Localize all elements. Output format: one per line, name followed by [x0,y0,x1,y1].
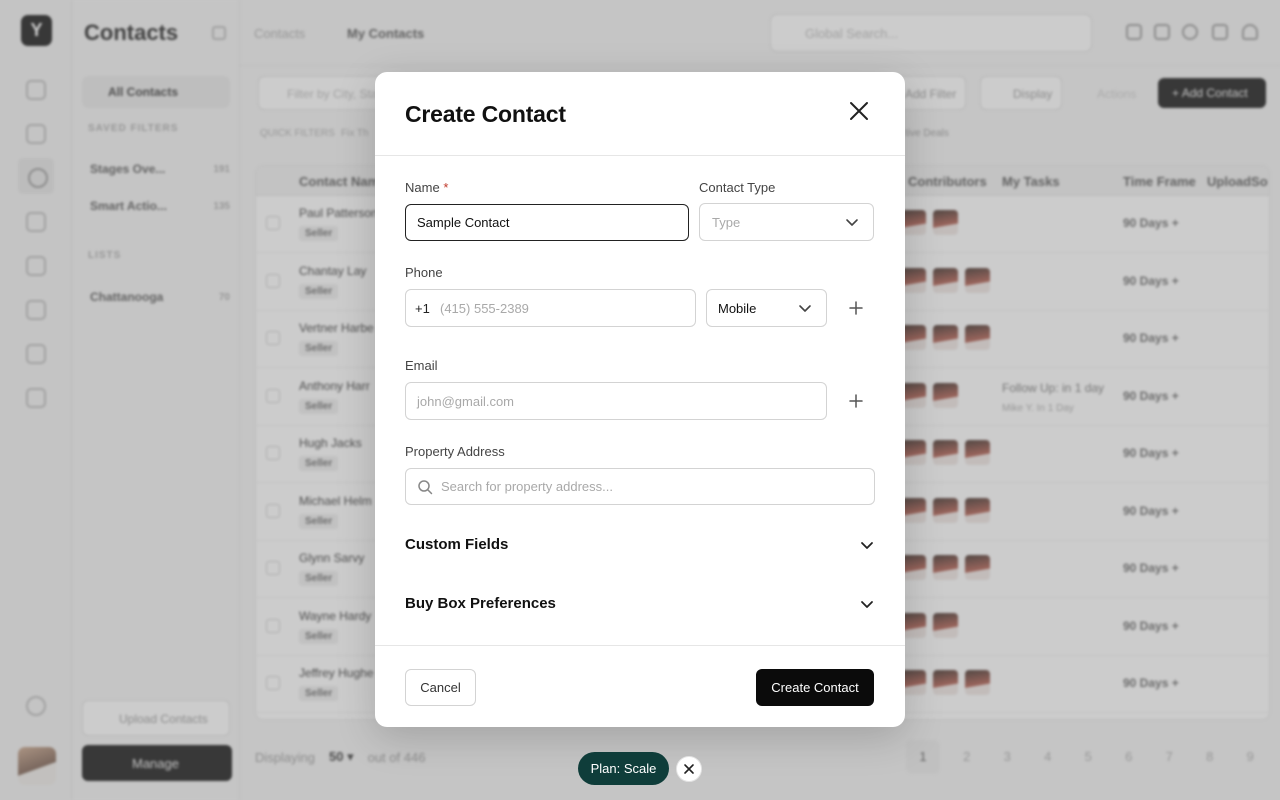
name-label-text: Name [405,180,440,195]
close-icon[interactable] [847,99,871,123]
custom-fields-section-toggle[interactable]: Custom Fields [405,530,875,560]
name-field[interactable]: Sample Contact [405,204,689,241]
email-placeholder: john@gmail.com [417,393,515,409]
name-value: Sample Contact [417,215,510,230]
chevron-down-icon [846,219,858,226]
property-address-search[interactable]: Search for property address... [405,468,875,505]
buy-box-preferences-section-toggle[interactable]: Buy Box Preferences [405,589,875,619]
add-phone-icon[interactable] [846,298,866,318]
search-icon [418,479,433,494]
contact-type-placeholder: Type [712,214,741,230]
chevron-down-icon [861,542,873,549]
modal-header: Create Contact [375,72,905,156]
country-code[interactable]: +1 [406,301,440,316]
create-contact-modal: Create Contact Name * Sample Contact Con… [375,72,905,727]
phone-type-select[interactable]: Mobile [706,289,827,327]
custom-fields-title: Custom Fields [405,536,509,553]
phone-type-value: Mobile [718,300,757,316]
email-label: Email [405,358,438,373]
buy-box-preferences-title: Buy Box Preferences [405,595,556,612]
phone-placeholder: (415) 555-2389 [440,300,529,316]
required-mark: * [443,180,449,195]
name-label: Name * [405,180,448,195]
contact-type-select[interactable]: Type [699,203,874,241]
cancel-button[interactable]: Cancel [405,669,476,706]
phone-label: Phone [405,265,443,280]
create-contact-button[interactable]: Create Contact [756,669,874,706]
phone-field[interactable]: +1 (415) 555-2389 [405,289,696,327]
chevron-down-icon [861,601,873,608]
email-field[interactable]: john@gmail.com [405,382,827,420]
modal-footer: Cancel Create Contact [375,645,905,727]
dismiss-plan-button[interactable] [676,756,702,782]
modal-title: Create Contact [405,101,566,127]
chevron-down-icon [799,305,811,312]
property-address-label: Property Address [405,444,505,459]
add-email-icon[interactable] [846,391,866,411]
contact-type-label: Contact Type [699,180,776,195]
close-icon [684,764,694,774]
plan-badge[interactable]: Plan: Scale [578,752,669,785]
address-placeholder: Search for property address... [441,479,613,494]
